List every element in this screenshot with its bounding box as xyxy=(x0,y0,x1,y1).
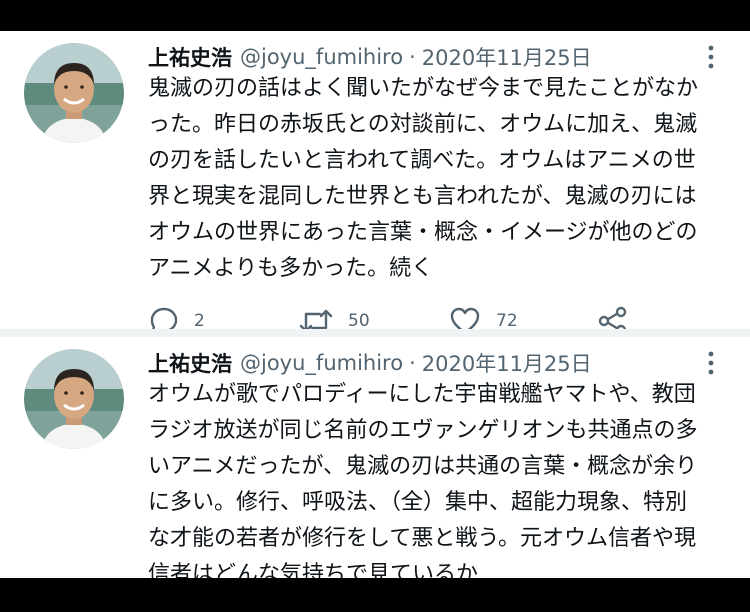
tweet-text-line: な才能の若者が修行をして悪と戦う。元オウム信者や現 xyxy=(148,526,697,551)
tweet-text-line: 信者はどんな気持ちで見ているか xyxy=(148,562,479,578)
like-count: 72 xyxy=(496,311,518,331)
author-handle[interactable]: @joyu_fumihiro xyxy=(240,351,403,375)
vertical-ellipsis-icon[interactable] xyxy=(696,39,726,75)
header-separator: · xyxy=(409,351,416,375)
header-separator: · xyxy=(409,45,416,69)
tweet-text-line: に多い。修行、呼吸法、（全）集中、超能力現象、特別 xyxy=(148,490,688,515)
tweet-text-line: ラジオ放送が同じ名前のエヴァンゲリオンも共通点の多 xyxy=(148,418,698,443)
tweet-text-line: の刃を話したいと言われて調べた。オウムはアニメの世 xyxy=(148,148,696,173)
tweet-text-line: いアニメだったが、鬼滅の刃は共通の言葉・概念が余り xyxy=(148,454,698,479)
author-name[interactable]: 上祐史浩 xyxy=(148,348,232,378)
tweet-text-line: 鬼滅の刃の話はよく聞いたがなぜ今まで見たことがなか xyxy=(148,76,699,101)
tweet-date[interactable]: 2020年11月25日 xyxy=(422,348,592,378)
tweet-header: 上祐史浩 @joyu_fumihiro · 2020年11月25日 xyxy=(148,345,592,381)
tweet-text-line: オウムが歌でパロディーにした宇宙戦艦ヤマトや、教団 xyxy=(148,382,696,407)
tweet-1[interactable]: 上祐史浩 @joyu_fumihiro · 2020年11月25日 鬼滅の刃の話… xyxy=(0,31,750,336)
tweet-divider xyxy=(0,329,750,337)
tweet-text: 鬼滅の刃の話はよく聞いたがなぜ今まで見たことがなか った。昨日の赤坂氏との対談前… xyxy=(148,71,730,287)
tweet-2[interactable]: 上祐史浩 @joyu_fumihiro · 2020年11月25日 オウムが歌で… xyxy=(0,337,750,578)
avatar[interactable] xyxy=(24,43,124,143)
tweet-text: オウムが歌でパロディーにした宇宙戦艦ヤマトや、教団 ラジオ放送が同じ名前のエヴァ… xyxy=(148,377,730,578)
reply-count: 2 xyxy=(194,311,205,331)
tweet-text-line: った。昨日の赤坂氏との対談前に、オウムに加え、鬼滅 xyxy=(148,112,698,137)
timeline: 上祐史浩 @joyu_fumihiro · 2020年11月25日 鬼滅の刃の話… xyxy=(0,31,750,578)
vertical-ellipsis-icon[interactable] xyxy=(696,345,726,381)
retweet-count: 50 xyxy=(348,311,370,331)
tweet-text-line: 界と現実を混同した世界とも言われたが、鬼滅の刃には xyxy=(148,184,697,209)
tweet-header: 上祐史浩 @joyu_fumihiro · 2020年11月25日 xyxy=(148,39,592,75)
tweet-text-line: オウムの世界にあった言葉・概念・イメージが他のどの xyxy=(148,220,698,245)
author-handle[interactable]: @joyu_fumihiro xyxy=(240,45,403,69)
author-name[interactable]: 上祐史浩 xyxy=(148,42,232,72)
avatar[interactable] xyxy=(24,349,124,449)
tweet-date[interactable]: 2020年11月25日 xyxy=(422,42,592,72)
tweet-text-line: アニメよりも多かった。続く xyxy=(148,256,434,281)
